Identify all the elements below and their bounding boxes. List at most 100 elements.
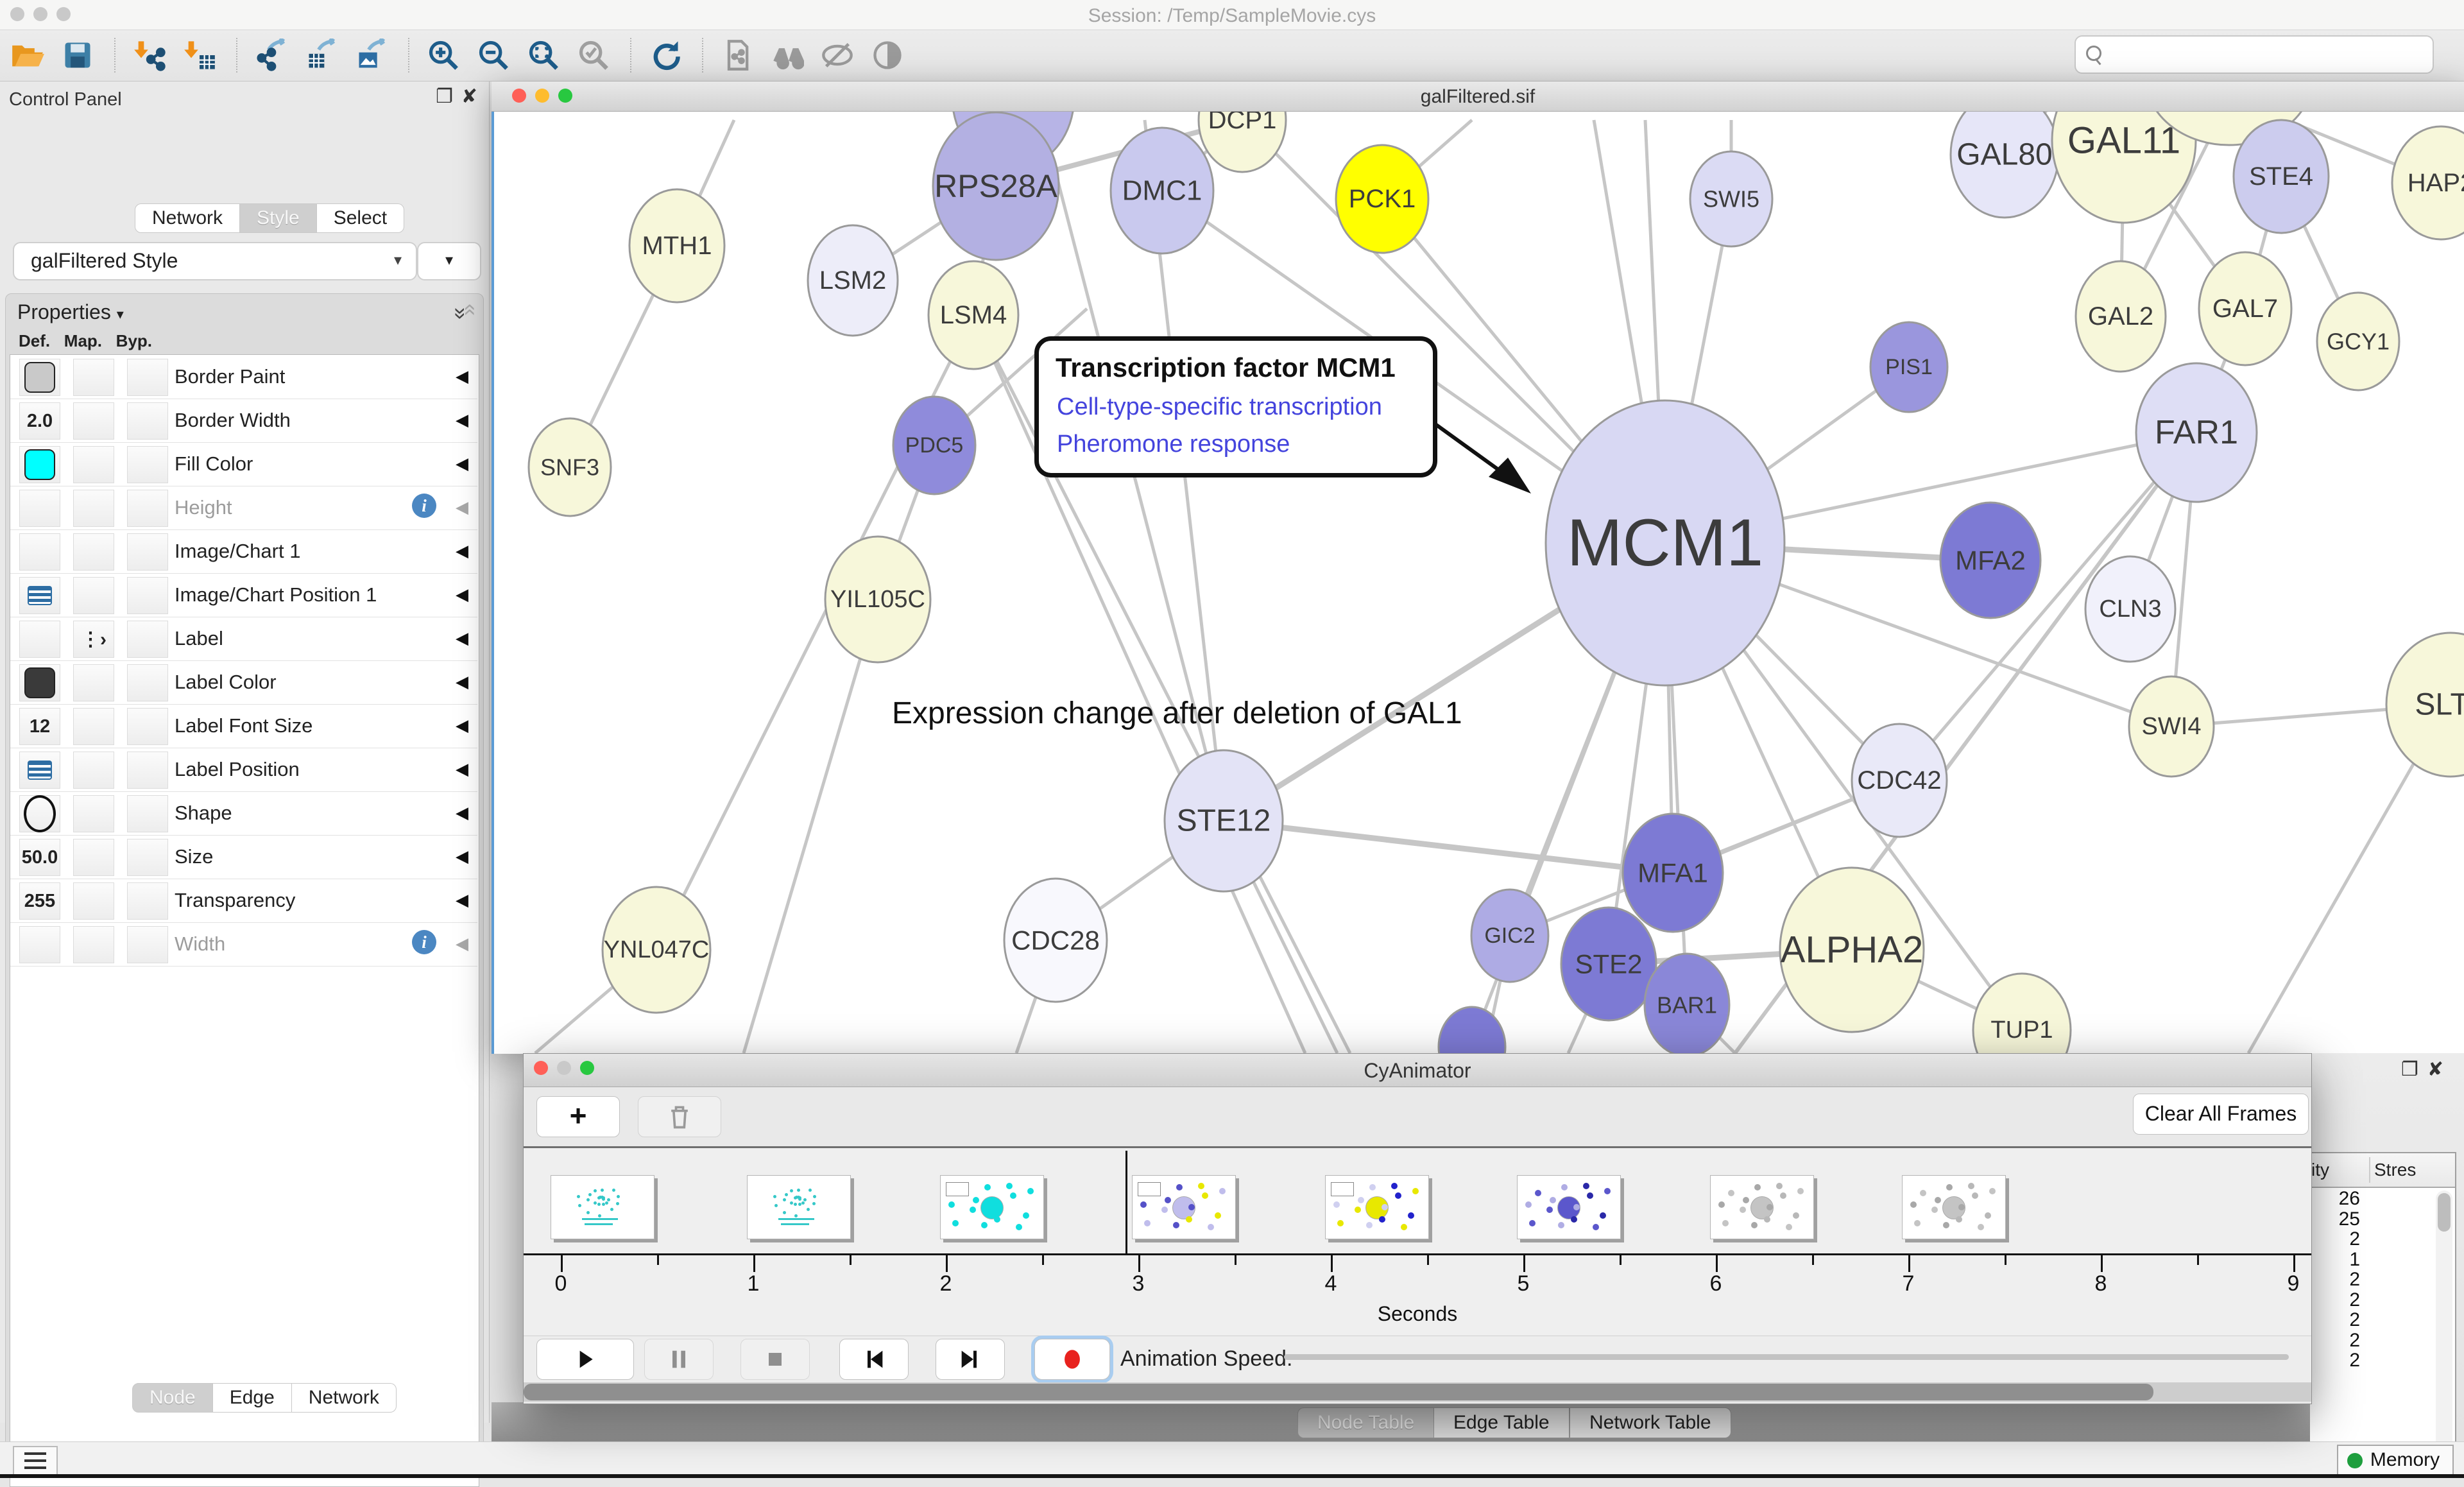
mapping-value-cell[interactable] (73, 882, 114, 920)
node-mcm1[interactable]: MCM1 (1546, 400, 1784, 685)
timeline-frame-5[interactable] (1517, 1175, 1621, 1239)
node-gal7[interactable]: GAL7 (2199, 252, 2291, 365)
toolbar-zoom-selected-icon[interactable] (575, 37, 612, 74)
toolbar-hide-details-icon[interactable] (819, 37, 856, 74)
timeline-frame-7[interactable] (1902, 1175, 2006, 1239)
mapping-value-cell[interactable] (73, 708, 114, 745)
panel-tab-network[interactable]: Network (292, 1383, 397, 1413)
table-row[interactable]: 26 (2310, 1188, 2360, 1208)
node-hap2[interactable]: HAP2 (2392, 126, 2464, 239)
node-bar1[interactable]: BAR1 (1645, 954, 1729, 1054)
bypass-value-cell[interactable] (127, 621, 168, 658)
expand-arrow-icon[interactable]: ◀ (456, 454, 468, 474)
default-value-cell[interactable]: 255 (19, 882, 60, 920)
table-row[interactable]: 1 (2310, 1249, 2360, 1269)
playhead[interactable] (1125, 1151, 1127, 1253)
mapping-value-cell[interactable] (73, 359, 114, 396)
default-value-cell[interactable] (19, 490, 60, 527)
toolbar-import-table-icon[interactable] (181, 37, 218, 74)
mapping-value-cell[interactable] (73, 490, 114, 527)
column-header-stress[interactable]: Stres (2374, 1160, 2416, 1180)
toolbar-clone-network-icon[interactable] (719, 37, 756, 74)
toolbar-import-network-icon[interactable] (131, 37, 168, 74)
clear-all-frames-button[interactable]: Clear All Frames (2133, 1094, 2309, 1135)
node-far1[interactable]: FAR1 (2136, 363, 2257, 502)
speed-slider[interactable] (1284, 1354, 2289, 1360)
property-row-transparency[interactable]: 255Transparency◀ (10, 879, 477, 923)
table-scrollbar[interactable] (2436, 1190, 2452, 1463)
expand-arrow-icon[interactable]: ◀ (456, 759, 468, 779)
node-lsm2[interactable]: LSM2 (808, 225, 898, 336)
tab-select[interactable]: Select (317, 203, 404, 233)
toolbar-zoom-out-icon[interactable] (475, 37, 512, 74)
table-row[interactable]: 2 (2310, 1228, 2360, 1248)
mapping-value-cell[interactable] (73, 795, 114, 832)
property-row-width[interactable]: Widthi◀ (10, 922, 477, 967)
expand-arrow-icon[interactable]: ◀ (456, 672, 468, 692)
table-row[interactable]: 2 (2310, 1350, 2360, 1370)
timeline-frame-2[interactable] (940, 1175, 1044, 1239)
expand-arrow-icon[interactable]: ◀ (456, 628, 468, 648)
bypass-value-cell[interactable] (127, 577, 168, 614)
mapping-value-cell[interactable] (73, 402, 114, 440)
pause-button[interactable] (644, 1339, 714, 1380)
node-cdc28[interactable]: CDC28 (1004, 879, 1107, 1002)
bypass-value-cell[interactable] (127, 708, 168, 745)
table-row[interactable]: 25 (2310, 1208, 2360, 1228)
expand-arrow-icon[interactable]: ◀ (456, 410, 468, 430)
float-panel-icon[interactable]: ❐ (436, 85, 453, 108)
tab-network[interactable]: Network (135, 203, 240, 233)
delete-frame-button[interactable] (638, 1096, 721, 1137)
network-window-titlebar[interactable]: galFiltered.sif (492, 82, 2464, 112)
search-input[interactable] (2075, 35, 2434, 74)
node-lsm4[interactable]: LSM4 (928, 261, 1018, 369)
bottom-tab-edge-table[interactable]: Edge Table (1433, 1407, 1570, 1438)
property-row-image-chart-position-1[interactable]: Image/Chart Position 1◀ (10, 573, 477, 617)
memory-button[interactable]: Memory (2337, 1445, 2454, 1477)
skip-start-button[interactable] (839, 1339, 909, 1380)
node-pdc5[interactable]: PDC5 (893, 397, 975, 494)
timeline-frame-3[interactable] (1132, 1175, 1236, 1239)
property-row-label[interactable]: ⋮›Label◀ (10, 617, 477, 661)
network-canvas[interactable]: RPS28ADMC1DCP1PCK1SWI5GAL80GAL11STE4HAP2… (492, 112, 2464, 1054)
bypass-value-cell[interactable] (127, 359, 168, 396)
expand-arrow-icon[interactable]: ◀ (456, 366, 468, 386)
mapping-value-cell[interactable] (73, 839, 114, 876)
default-value-cell[interactable] (19, 926, 60, 963)
expand-arrow-icon[interactable]: ◀ (456, 890, 468, 910)
expand-arrow-icon[interactable]: ◀ (456, 541, 468, 561)
node-gal80[interactable]: GAL80 (1951, 112, 2058, 218)
tab-style[interactable]: Style (240, 203, 317, 233)
property-row-size[interactable]: 50.0Size◀ (10, 835, 477, 879)
play-button[interactable] (536, 1339, 634, 1380)
node-mth1[interactable]: MTH1 (629, 189, 724, 302)
node-swi5[interactable]: SWI5 (1690, 151, 1772, 246)
bottom-tab-network-table[interactable]: Network Table (1570, 1407, 1731, 1438)
timeline[interactable]: 0123456789 Seconds (524, 1148, 2311, 1336)
bypass-value-cell[interactable] (127, 795, 168, 832)
property-row-fill-color[interactable]: Fill Color◀ (10, 442, 477, 486)
close-panel-icon[interactable]: ✘ (461, 85, 477, 108)
node-rps28a[interactable]: RPS28A (933, 112, 1059, 260)
expand-collapse-icons[interactable]: »» (456, 299, 473, 324)
mapping-value-cell[interactable]: ⋮› (73, 621, 114, 658)
column-header-ity[interactable]: ity (2310, 1160, 2356, 1180)
node-ste12[interactable]: STE12 (1165, 750, 1283, 891)
mapping-value-cell[interactable] (73, 577, 114, 614)
timeline-frame-1[interactable] (747, 1175, 851, 1239)
default-value-cell[interactable] (19, 577, 60, 614)
node-partial[interactable] (1439, 1007, 1505, 1054)
timeline-frame-0[interactable] (551, 1175, 654, 1239)
default-value-cell[interactable] (19, 533, 60, 571)
timeline-scrollbar[interactable] (524, 1382, 2311, 1402)
bypass-value-cell[interactable] (127, 664, 168, 701)
expand-arrow-icon[interactable]: ◀ (456, 497, 468, 517)
table-row[interactable]: 2 (2310, 1269, 2360, 1289)
node-ste4[interactable]: STE4 (2234, 120, 2329, 233)
node-cln3[interactable]: CLN3 (2085, 556, 2175, 662)
toolbar-save-session-icon[interactable] (59, 37, 96, 74)
record-button[interactable] (1034, 1339, 1110, 1380)
annotation-box[interactable]: Transcription factor MCM1 Cell-type-spec… (1034, 336, 1437, 477)
style-options-menu-button[interactable]: ▾ (417, 242, 481, 280)
timeline-frame-6[interactable] (1710, 1175, 1814, 1239)
